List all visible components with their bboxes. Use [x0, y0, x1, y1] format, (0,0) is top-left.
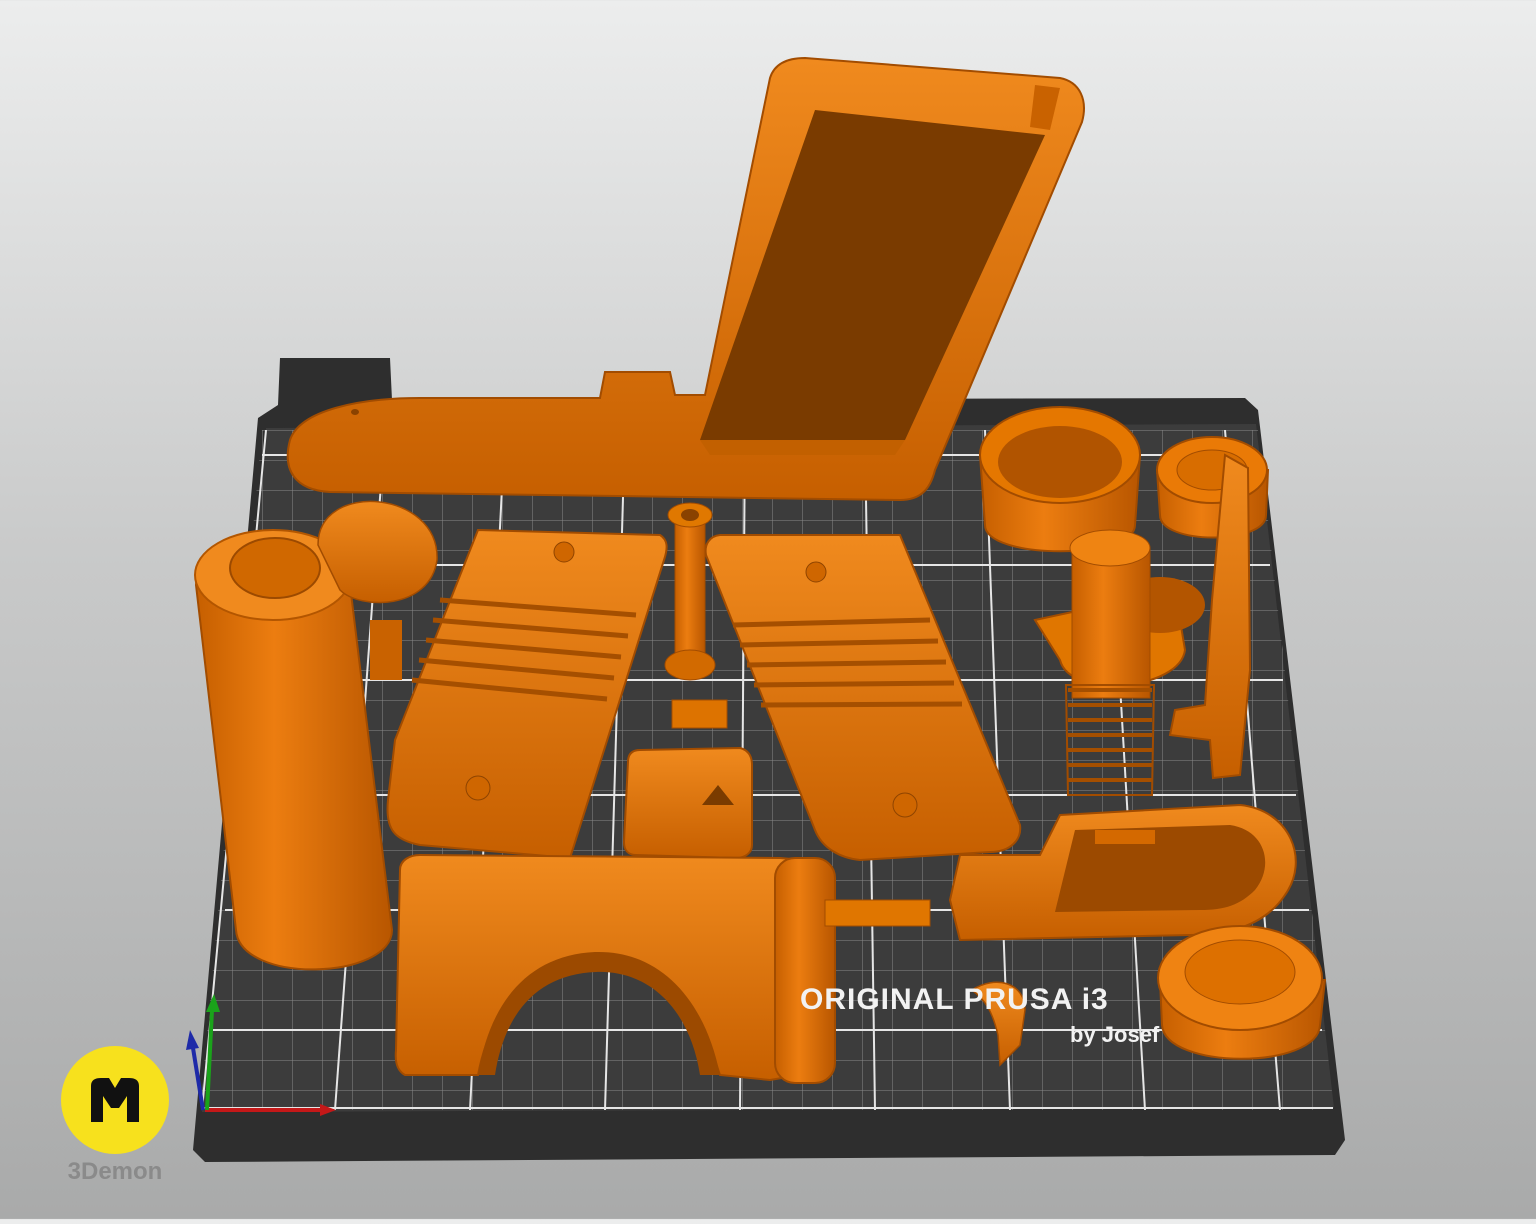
brand-name: 3Demon: [67, 1158, 163, 1185]
small-cap-part[interactable]: [1155, 436, 1270, 539]
brand-m-icon: [91, 1078, 139, 1122]
bed-sublabel: by Josef: [1070, 1022, 1160, 1047]
ring-part[interactable]: [978, 406, 1142, 553]
button-tile-part[interactable]: [622, 746, 753, 860]
scene-canvas[interactable]: [0, 0, 1536, 1219]
3d-viewport[interactable]: ORIGINAL PRUSA i3 by Josef 3Demon: [0, 0, 1536, 1219]
bottom-round-cap-part[interactable]: [1157, 925, 1327, 1060]
bed-label: ORIGINAL PRUSA i3: [800, 983, 1109, 1016]
brand-logo: [61, 1046, 169, 1154]
